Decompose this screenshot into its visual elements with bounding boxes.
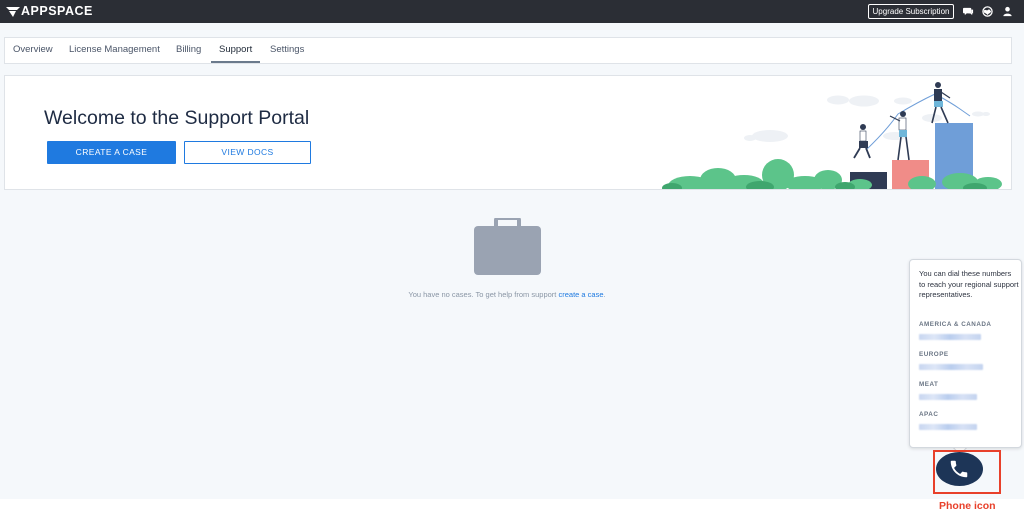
empty-state-text: You have no cases. To get help from supp…: [408, 290, 559, 299]
region-europe: EUROPE: [919, 351, 949, 358]
globe-icon[interactable]: [982, 6, 993, 17]
main-content: Overview License Management Billing Supp…: [0, 23, 1024, 499]
top-bar: APPSPACE Upgrade Subscription: [0, 0, 1024, 23]
create-case-link[interactable]: create a case: [558, 290, 603, 299]
upgrade-subscription-button[interactable]: Upgrade Subscription: [868, 4, 954, 19]
view-docs-button[interactable]: VIEW DOCS: [184, 141, 311, 164]
appspace-logo[interactable]: APPSPACE: [6, 4, 93, 19]
phone-number-europe: [919, 364, 983, 370]
empty-state-suffix: .: [603, 290, 606, 299]
briefcase-icon: [474, 218, 541, 275]
create-case-button[interactable]: CREATE A CASE: [47, 141, 176, 164]
welcome-panel: Welcome to the Support Portal CREATE A C…: [4, 75, 1012, 190]
empty-state-message: You have no cases. To get help from supp…: [0, 290, 1014, 299]
tab-settings[interactable]: Settings: [270, 38, 304, 63]
phone-number-america-canada: [919, 334, 981, 340]
brand-name: APPSPACE: [21, 4, 93, 18]
phone-icon-annotation: Phone icon: [939, 500, 996, 512]
phone-icon: [950, 460, 968, 478]
region-apac: APAC: [919, 411, 939, 418]
phone-number-apac: [919, 424, 977, 430]
chat-icon[interactable]: [963, 6, 974, 17]
tab-bar: Overview License Management Billing Supp…: [4, 37, 1012, 64]
tab-overview[interactable]: Overview: [13, 38, 53, 63]
region-america-canada: AMERICA & CANADA: [919, 321, 992, 328]
tab-billing[interactable]: Billing: [176, 38, 201, 63]
climbing-illustration: [662, 82, 1002, 189]
page-title: Welcome to the Support Portal: [44, 107, 310, 129]
region-meat: MEAT: [919, 381, 939, 388]
support-numbers-popover: You can dial these numbers to reach your…: [909, 259, 1022, 448]
phone-number-meat: [919, 394, 977, 400]
tab-support[interactable]: Support: [211, 38, 261, 63]
tab-license-management[interactable]: License Management: [69, 38, 160, 63]
footer-strip: [0, 499, 1024, 531]
logo-mark-icon: [6, 6, 20, 17]
popover-intro: You can dial these numbers to reach your…: [919, 269, 1019, 299]
user-icon[interactable]: [1002, 6, 1013, 17]
phone-button[interactable]: [936, 452, 983, 486]
